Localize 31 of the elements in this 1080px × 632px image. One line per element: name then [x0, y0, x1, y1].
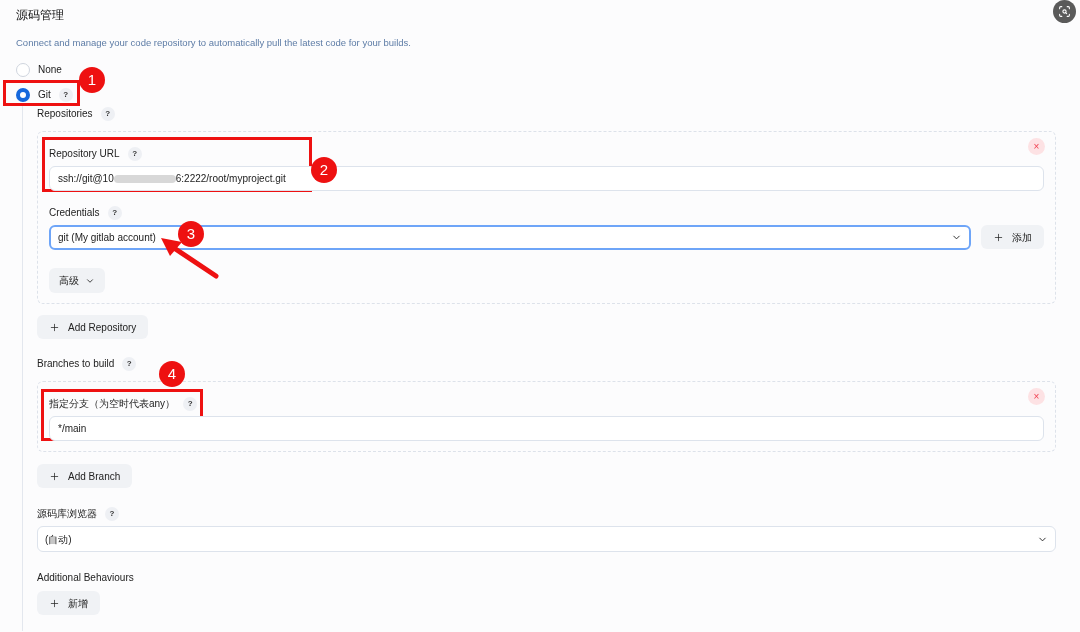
field-label: 源码库浏览器 — [37, 507, 97, 522]
add-repository-button[interactable]: Add Repository — [37, 315, 149, 340]
help-icon[interactable]: ? — [122, 356, 137, 371]
advanced-button[interactable]: 高级 — [49, 268, 105, 294]
help-icon[interactable]: ? — [100, 106, 115, 121]
section-description: Connect and manage your code repository to automatically pull the latest code for your builds. — [16, 36, 412, 50]
annotation-number: 3 — [178, 221, 204, 247]
field-label: Credentials — [49, 206, 100, 221]
help-icon[interactable]: ? — [183, 396, 198, 411]
branch-field[interactable]: */main — [49, 416, 1044, 442]
help-icon[interactable]: ? — [58, 87, 73, 102]
field-label: 指定分支（为空时代表any） — [49, 397, 176, 412]
section-title: 源码管理 — [16, 7, 64, 24]
help-icon[interactable]: ? — [107, 205, 122, 220]
url-text: ssh://git@10 — [58, 172, 114, 187]
add-branch-button[interactable]: Add Branch — [37, 464, 133, 489]
add-behaviour-button[interactable]: 新增 — [37, 591, 100, 616]
annotation-number: 2 — [311, 157, 337, 183]
annotation-number: 4 — [159, 361, 185, 387]
field-label: Branches to build — [37, 357, 115, 372]
annotation-number: 1 — [79, 67, 105, 93]
radio-label: None — [38, 63, 62, 78]
help-icon[interactable]: ? — [127, 146, 142, 161]
help-icon[interactable]: ? — [105, 506, 119, 521]
field-label: Repository URL — [49, 147, 120, 162]
field-label: Repositories — [37, 107, 93, 122]
browser-select[interactable]: (自动) — [37, 526, 1056, 553]
field-label: Additional Behaviours — [37, 571, 134, 586]
radio-label: Git — [38, 88, 51, 103]
add-credentials-button[interactable]: 添加 — [981, 225, 1044, 250]
url-text: 6:2222/root/myproject.git — [175, 172, 286, 187]
